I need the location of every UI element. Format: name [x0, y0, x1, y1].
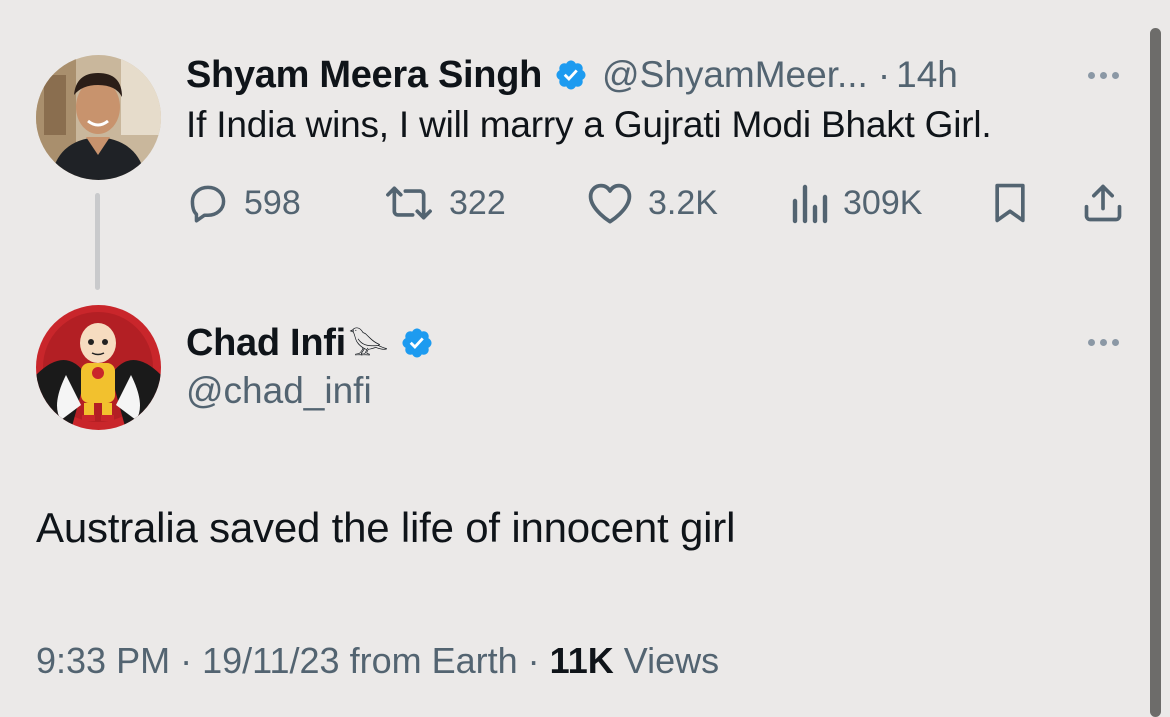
bird-emoji: 𓅪: [347, 328, 389, 369]
heart-icon: [588, 183, 632, 224]
reply-tweet-text: Australia saved the life of innocent gir…: [36, 504, 736, 551]
like-button[interactable]: 3.2K: [586, 178, 718, 228]
tweet-time[interactable]: 9:33 PM: [36, 640, 170, 681]
verified-badge-icon: [402, 328, 432, 358]
avatar-chad-infi[interactable]: [36, 305, 161, 430]
views-total[interactable]: 11K: [550, 640, 614, 681]
more-icon[interactable]: [1088, 339, 1119, 346]
retweet-icon: [386, 186, 432, 220]
share-icon: [1084, 184, 1122, 222]
reply-icon: [190, 185, 226, 223]
parent-tweet-text: If India wins, I will marry a Gujrati Mo…: [186, 104, 992, 145]
verified-badge-icon: [556, 60, 586, 90]
avatar-shyam[interactable]: [36, 55, 161, 180]
bookmark-icon: [995, 183, 1025, 223]
parent-timestamp[interactable]: 14h: [896, 54, 958, 96]
reply-count: 598: [244, 183, 301, 222]
reply-tweet-header: Chad Infi 𓅪: [186, 318, 434, 369]
separator-dot: ·: [180, 640, 193, 681]
tweet-thread: Shyam Meera Singh @ShyamMeer... · 14h If…: [0, 0, 1170, 717]
bar-chart-icon: [792, 184, 828, 224]
share-button[interactable]: [1081, 178, 1125, 228]
parent-display-name[interactable]: Shyam Meera Singh: [186, 54, 542, 97]
parent-action-bar: 598 322 3.2K 309K: [0, 178, 1170, 228]
more-icon[interactable]: [1088, 72, 1119, 79]
bookmark-button[interactable]: [990, 178, 1030, 228]
tweet-date[interactable]: 19/11/23: [202, 640, 339, 681]
retweet-button[interactable]: 322: [383, 178, 506, 228]
parent-handle[interactable]: @ShyamMeer...: [602, 54, 868, 96]
parent-tweet-header: Shyam Meera Singh @ShyamMeer... · 14h: [186, 50, 958, 100]
reply-handle[interactable]: @chad_infi: [186, 370, 372, 412]
views-button[interactable]: 309K: [789, 178, 922, 228]
reply-display-name[interactable]: Chad Infi: [186, 322, 346, 365]
tweet-metadata: 9:33 PM · 19/11/23 from Earth · 11K View…: [36, 640, 719, 682]
separator-dot: ·: [527, 640, 540, 681]
views-count: 309K: [843, 183, 923, 222]
scrollbar[interactable]: [1150, 28, 1161, 717]
retweet-count: 322: [449, 183, 506, 222]
tweet-source: from Earth: [349, 640, 518, 681]
reply-button[interactable]: 598: [186, 178, 301, 228]
views-label: Views: [623, 640, 720, 681]
separator-dot: ·: [877, 54, 891, 95]
like-count: 3.2K: [648, 183, 718, 222]
